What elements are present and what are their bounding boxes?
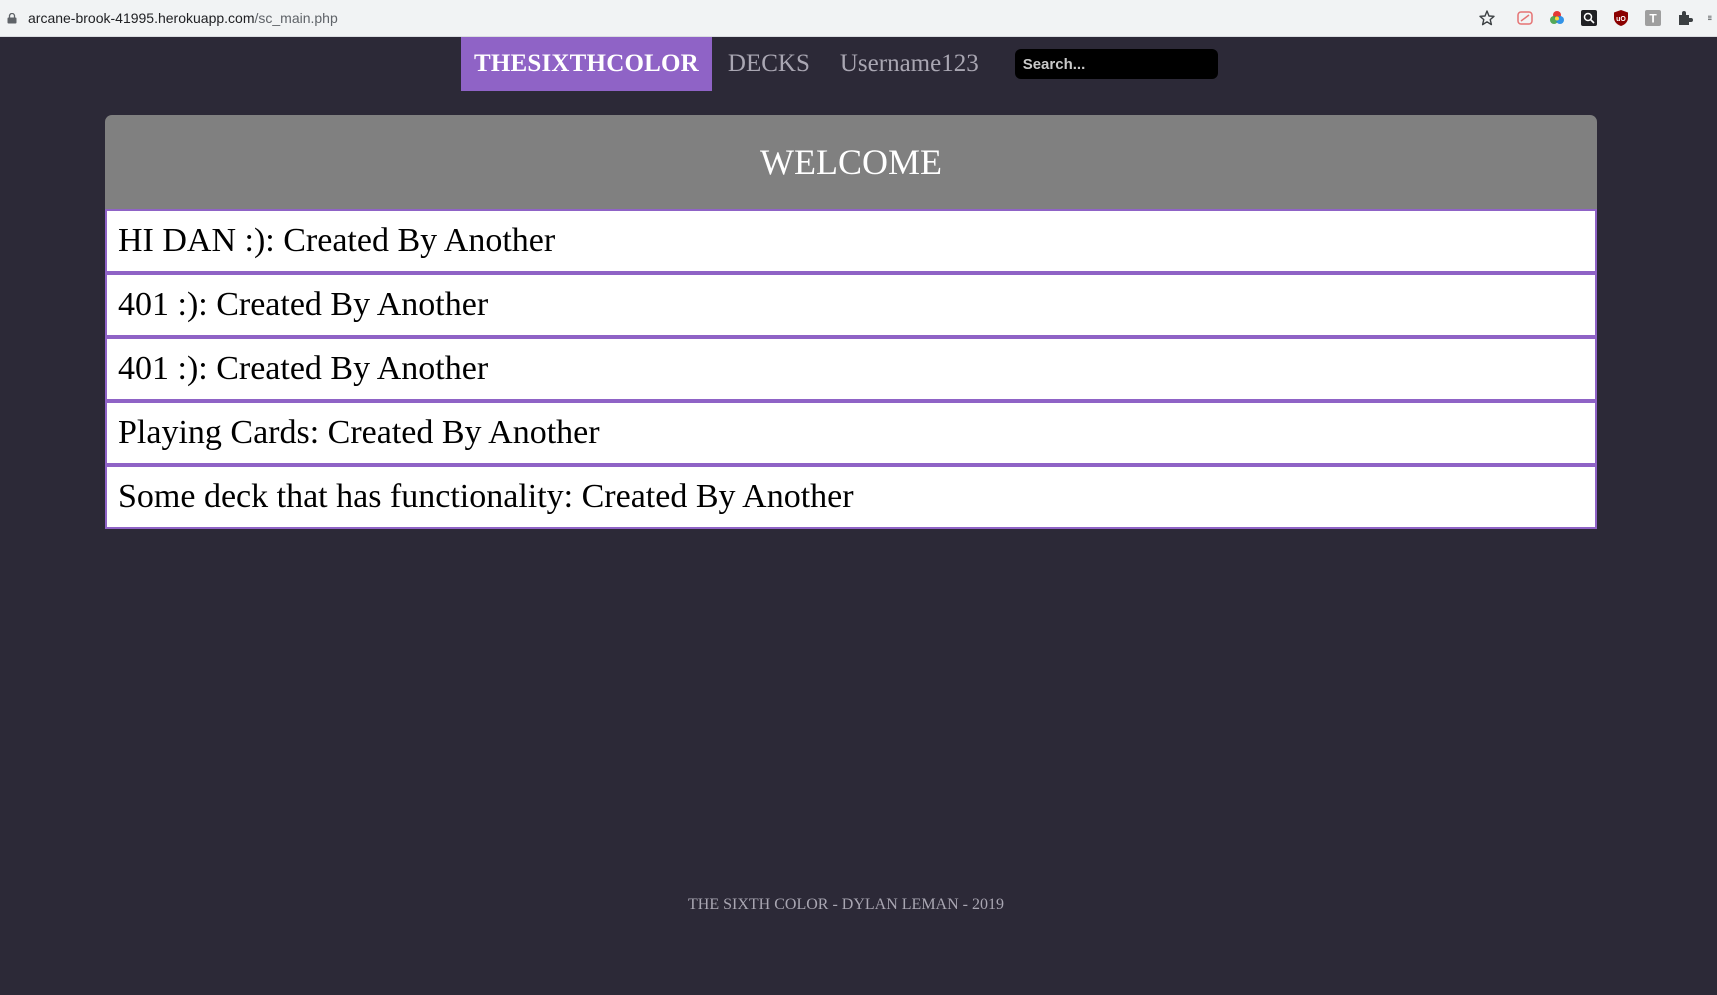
page-title: WELCOME (760, 142, 942, 182)
search-input[interactable] (1014, 49, 1218, 79)
welcome-header: WELCOME (105, 115, 1597, 209)
url-path: /sc_main.php (254, 10, 338, 26)
url-host: arcane-brook-41995.herokuapp.com (28, 10, 255, 26)
deck-list-item[interactable]: 401 :): Created By Another (105, 337, 1597, 401)
ublock-icon[interactable]: uO (1612, 9, 1630, 27)
svg-text:uO: uO (1616, 16, 1626, 23)
t-ext-icon[interactable]: T (1644, 9, 1662, 27)
brand-link[interactable]: THESIXTHCOLOR (461, 37, 712, 91)
search-ext-icon[interactable] (1580, 9, 1598, 27)
nav-decks-link[interactable]: DECKS (728, 50, 810, 78)
puzzle-icon[interactable] (1676, 9, 1694, 27)
adblock-icon[interactable] (1516, 9, 1534, 27)
deck-list-item[interactable]: Some deck that has functionality: Create… (105, 465, 1597, 529)
browser-address-bar: arcane-brook-41995.herokuapp.com/sc_main… (0, 0, 1717, 37)
deck-list-item[interactable]: 401 :): Created By Another (105, 273, 1597, 337)
svg-text:T: T (1649, 12, 1657, 26)
menu-icon[interactable] (1708, 9, 1716, 27)
extension-icons: uO T (1516, 9, 1716, 27)
site-nav: THESIXTHCOLOR DECKS Username123 (461, 37, 1218, 91)
deck-list: HI DAN :): Created By Another 401 :): Cr… (105, 209, 1597, 529)
nav-username-link[interactable]: Username123 (840, 50, 979, 78)
deck-list-item[interactable]: Playing Cards: Created By Another (105, 401, 1597, 465)
footer-credit: THE SIXTH COLOR - DYLAN LEMAN - 2019 (688, 896, 1004, 913)
color-picker-icon[interactable] (1548, 9, 1566, 27)
lock-icon (7, 13, 17, 24)
deck-list-item[interactable]: HI DAN :): Created By Another (105, 209, 1597, 273)
url-field[interactable]: arcane-brook-41995.herokuapp.com/sc_main… (28, 9, 338, 27)
star-icon[interactable] (1478, 9, 1496, 27)
